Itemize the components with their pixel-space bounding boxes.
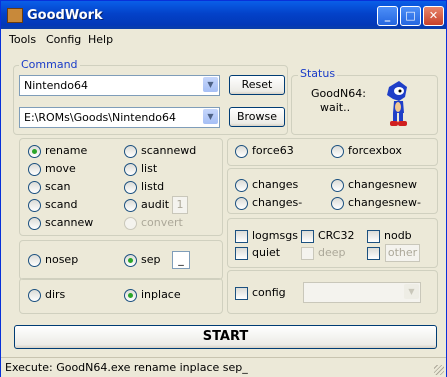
- other-field[interactable]: other: [385, 244, 420, 262]
- checkbox-crc32[interactable]: [301, 230, 314, 243]
- system-select[interactable]: Nintendo64 ▼: [19, 75, 220, 96]
- window-title: GoodWork: [27, 8, 103, 23]
- label-audit: audit: [141, 198, 170, 211]
- title-bar[interactable]: GoodWork _ □ ✕: [1, 1, 446, 29]
- maximize-button[interactable]: □: [400, 6, 421, 26]
- status-group: [291, 75, 438, 135]
- label-move: move: [45, 162, 76, 175]
- start-button[interactable]: START: [14, 325, 437, 349]
- status-text-line1: GoodN64:: [311, 87, 366, 100]
- sep-char-field[interactable]: _: [172, 251, 190, 269]
- config-select[interactable]: ▼: [303, 282, 421, 303]
- label-deep: deep: [318, 246, 346, 259]
- label-scand: scand: [45, 198, 78, 211]
- radio-convert[interactable]: [124, 217, 137, 230]
- chevron-down-icon[interactable]: ▼: [203, 109, 218, 124]
- label-logmsgs: logmsgs: [252, 229, 298, 242]
- radio-inplace[interactable]: [124, 289, 137, 302]
- menu-tools[interactable]: Tools: [9, 33, 36, 46]
- close-button[interactable]: ✕: [423, 6, 444, 26]
- radio-list[interactable]: [124, 163, 137, 176]
- status-group-label: Status: [298, 67, 338, 80]
- radio-sep[interactable]: [124, 254, 137, 267]
- radio-changes-minus[interactable]: [235, 197, 248, 210]
- radio-scannew[interactable]: [28, 217, 41, 230]
- label-sep: sep: [141, 253, 161, 266]
- label-changes-minus: changes-: [252, 196, 303, 209]
- sonic-mascot-icon: [387, 81, 407, 126]
- app-icon: [7, 8, 23, 23]
- radio-scannewd[interactable]: [124, 145, 137, 158]
- label-convert: convert: [141, 216, 183, 229]
- chevron-down-icon[interactable]: ▼: [404, 284, 419, 299]
- checkbox-logmsgs[interactable]: [235, 230, 248, 243]
- label-inplace: inplace: [141, 288, 181, 301]
- label-dirs: dirs: [45, 288, 66, 301]
- status-text-line2: wait..: [320, 101, 351, 114]
- label-listd: listd: [141, 180, 165, 193]
- label-changesnew: changesnew: [348, 178, 417, 191]
- chevron-down-icon[interactable]: ▼: [203, 77, 218, 92]
- status-bar-text: Execute: GoodN64.exe rename inplace sep_: [5, 361, 248, 374]
- menu-config[interactable]: Config: [46, 33, 81, 46]
- label-nodb: nodb: [384, 229, 412, 242]
- minimize-button[interactable]: _: [377, 6, 398, 26]
- status-bar: Execute: GoodN64.exe rename inplace sep_: [1, 357, 446, 377]
- label-force63: force63: [252, 144, 294, 157]
- label-config: config: [252, 286, 286, 299]
- radio-move[interactable]: [28, 163, 41, 176]
- radio-rename[interactable]: [28, 145, 41, 158]
- label-quiet: quiet: [252, 246, 281, 259]
- path-select-value: E:\ROMs\Goods\Nintendo64: [24, 111, 177, 124]
- maximize-icon: □: [405, 9, 416, 22]
- label-list: list: [141, 162, 158, 175]
- label-changesnew-minus: changesnew-: [348, 196, 421, 209]
- radio-force63[interactable]: [235, 145, 248, 158]
- resize-grip-icon[interactable]: [434, 365, 444, 375]
- command-group-label: Command: [19, 58, 80, 71]
- label-rename: rename: [45, 144, 88, 157]
- label-scannewd: scannewd: [141, 144, 197, 157]
- label-scannew: scannew: [45, 216, 94, 229]
- path-select[interactable]: E:\ROMs\Goods\Nintendo64 ▼: [19, 107, 220, 128]
- checkbox-deep[interactable]: [301, 247, 314, 260]
- app-window: GoodWork _ □ ✕ Tools Config Help Command…: [0, 0, 447, 377]
- radio-changesnew-minus[interactable]: [331, 197, 344, 210]
- menu-help[interactable]: Help: [88, 33, 113, 46]
- label-crc32: CRC32: [318, 229, 355, 242]
- label-scan: scan: [45, 180, 71, 193]
- label-changes: changes: [252, 178, 299, 191]
- checkbox-quiet[interactable]: [235, 247, 248, 260]
- radio-nosep[interactable]: [28, 254, 41, 267]
- system-select-value: Nintendo64: [24, 79, 89, 92]
- radio-listd[interactable]: [124, 181, 137, 194]
- close-icon: ✕: [428, 9, 439, 22]
- radio-changes[interactable]: [235, 179, 248, 192]
- radio-dirs[interactable]: [28, 289, 41, 302]
- menu-bar: Tools Config Help: [1, 29, 446, 49]
- audit-value-field[interactable]: 1: [172, 196, 188, 214]
- checkbox-other[interactable]: [367, 247, 380, 260]
- minimize-icon: _: [384, 9, 391, 22]
- radio-forcexbox[interactable]: [331, 145, 344, 158]
- radio-scand[interactable]: [28, 199, 41, 212]
- checkbox-config[interactable]: [235, 287, 248, 300]
- radio-changesnew[interactable]: [331, 179, 344, 192]
- browse-button[interactable]: Browse: [229, 107, 285, 127]
- label-forcexbox: forcexbox: [348, 144, 402, 157]
- radio-audit[interactable]: [124, 199, 137, 212]
- label-nosep: nosep: [45, 253, 79, 266]
- checkbox-nodb[interactable]: [367, 230, 380, 243]
- radio-scan[interactable]: [28, 181, 41, 194]
- reset-button[interactable]: Reset: [229, 75, 285, 95]
